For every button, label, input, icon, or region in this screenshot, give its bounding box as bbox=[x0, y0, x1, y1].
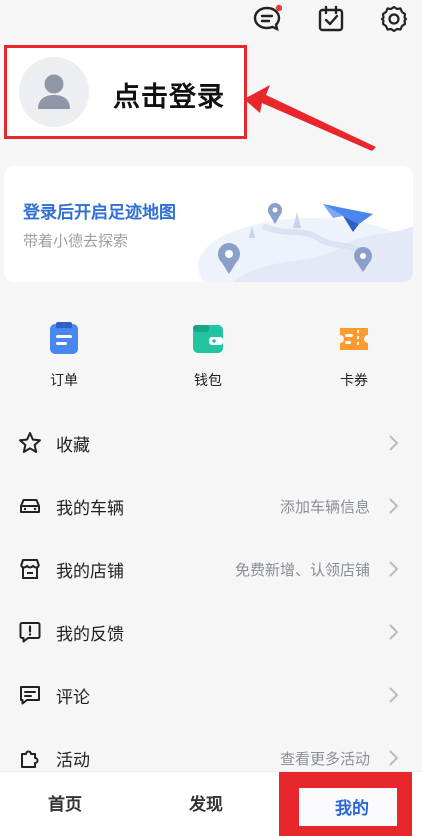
menu-item-favorites[interactable]: 收藏 bbox=[0, 411, 422, 474]
quick-action-label: 卡券 bbox=[340, 373, 368, 389]
menu-item-label: 我的反馈 bbox=[56, 625, 124, 645]
avatar[interactable] bbox=[19, 57, 89, 127]
map-illustration-icon bbox=[198, 203, 413, 282]
star-icon bbox=[19, 432, 41, 453]
chevron-right-icon bbox=[389, 498, 399, 514]
store-icon bbox=[20, 559, 40, 579]
tab-me-highlight[interactable]: 我的 bbox=[279, 772, 412, 836]
login-label[interactable]: 点击登录 bbox=[113, 75, 225, 114]
menu-item-hint: 添加车辆信息 bbox=[279, 498, 370, 516]
tab-me[interactable]: 我的 bbox=[335, 794, 369, 819]
message-icon[interactable] bbox=[252, 4, 282, 34]
menu-item-feedback[interactable]: 我的反馈 bbox=[0, 600, 422, 663]
calendar-check-icon[interactable] bbox=[316, 4, 346, 34]
puzzle-icon bbox=[21, 750, 39, 768]
quick-actions: 订单 钱包 卡券 bbox=[4, 300, 413, 400]
top-toolbar bbox=[0, 0, 422, 44]
menu-item-label: 我的车辆 bbox=[56, 499, 124, 519]
footprint-subtitle: 带着小德去探索 bbox=[23, 232, 129, 250]
user-icon bbox=[38, 74, 70, 109]
chevron-right-icon bbox=[389, 624, 399, 640]
quick-action-label: 钱包 bbox=[194, 373, 222, 389]
order-icon bbox=[50, 322, 78, 354]
menu-item-store[interactable]: 我的店铺 免费新增、认领店铺 bbox=[0, 537, 422, 600]
chevron-right-icon bbox=[389, 687, 399, 703]
menu-item-label: 收藏 bbox=[56, 436, 90, 456]
menu-item-label: 活动 bbox=[56, 751, 90, 771]
quick-action-coupons[interactable]: 卡券 bbox=[314, 322, 394, 390]
menu-item-hint: 免费新增、认领店铺 bbox=[234, 561, 370, 579]
tab-home[interactable]: 首页 bbox=[48, 790, 82, 815]
menu-item-vehicles[interactable]: 我的车辆 添加车辆信息 bbox=[0, 474, 422, 537]
quick-action-wallet[interactable]: 钱包 bbox=[168, 322, 248, 390]
menu-item-label: 我的店铺 bbox=[56, 562, 124, 582]
chevron-right-icon bbox=[389, 561, 399, 577]
menu-list: 收藏 我的车辆 添加车辆信息 我的店铺 免费新增、认领店铺 我的反馈 评论 活动… bbox=[0, 411, 422, 789]
coupon-icon bbox=[340, 328, 368, 350]
tab-discover[interactable]: 发现 bbox=[189, 790, 223, 815]
quick-action-orders[interactable]: 订单 bbox=[24, 322, 104, 390]
login-card[interactable]: 点击登录 bbox=[4, 45, 247, 139]
annotation-arrow-icon bbox=[244, 85, 376, 151]
menu-item-hint: 查看更多活动 bbox=[279, 750, 370, 768]
footprint-map-card[interactable]: 登录后开启足迹地图 带着小德去探索 bbox=[4, 166, 413, 282]
settings-icon[interactable] bbox=[379, 4, 409, 34]
bottom-tab-bar: 首页 发现 我的 bbox=[0, 771, 422, 836]
menu-item-comments[interactable]: 评论 bbox=[0, 663, 422, 726]
wallet-icon bbox=[193, 325, 223, 353]
feedback-icon bbox=[19, 622, 41, 643]
footprint-title: 登录后开启足迹地图 bbox=[23, 203, 176, 223]
chevron-right-icon bbox=[389, 750, 399, 766]
menu-item-label: 评论 bbox=[56, 688, 90, 708]
car-icon bbox=[20, 499, 40, 513]
quick-action-label: 订单 bbox=[50, 373, 78, 389]
chevron-right-icon bbox=[389, 435, 399, 451]
comment-icon bbox=[20, 686, 40, 705]
